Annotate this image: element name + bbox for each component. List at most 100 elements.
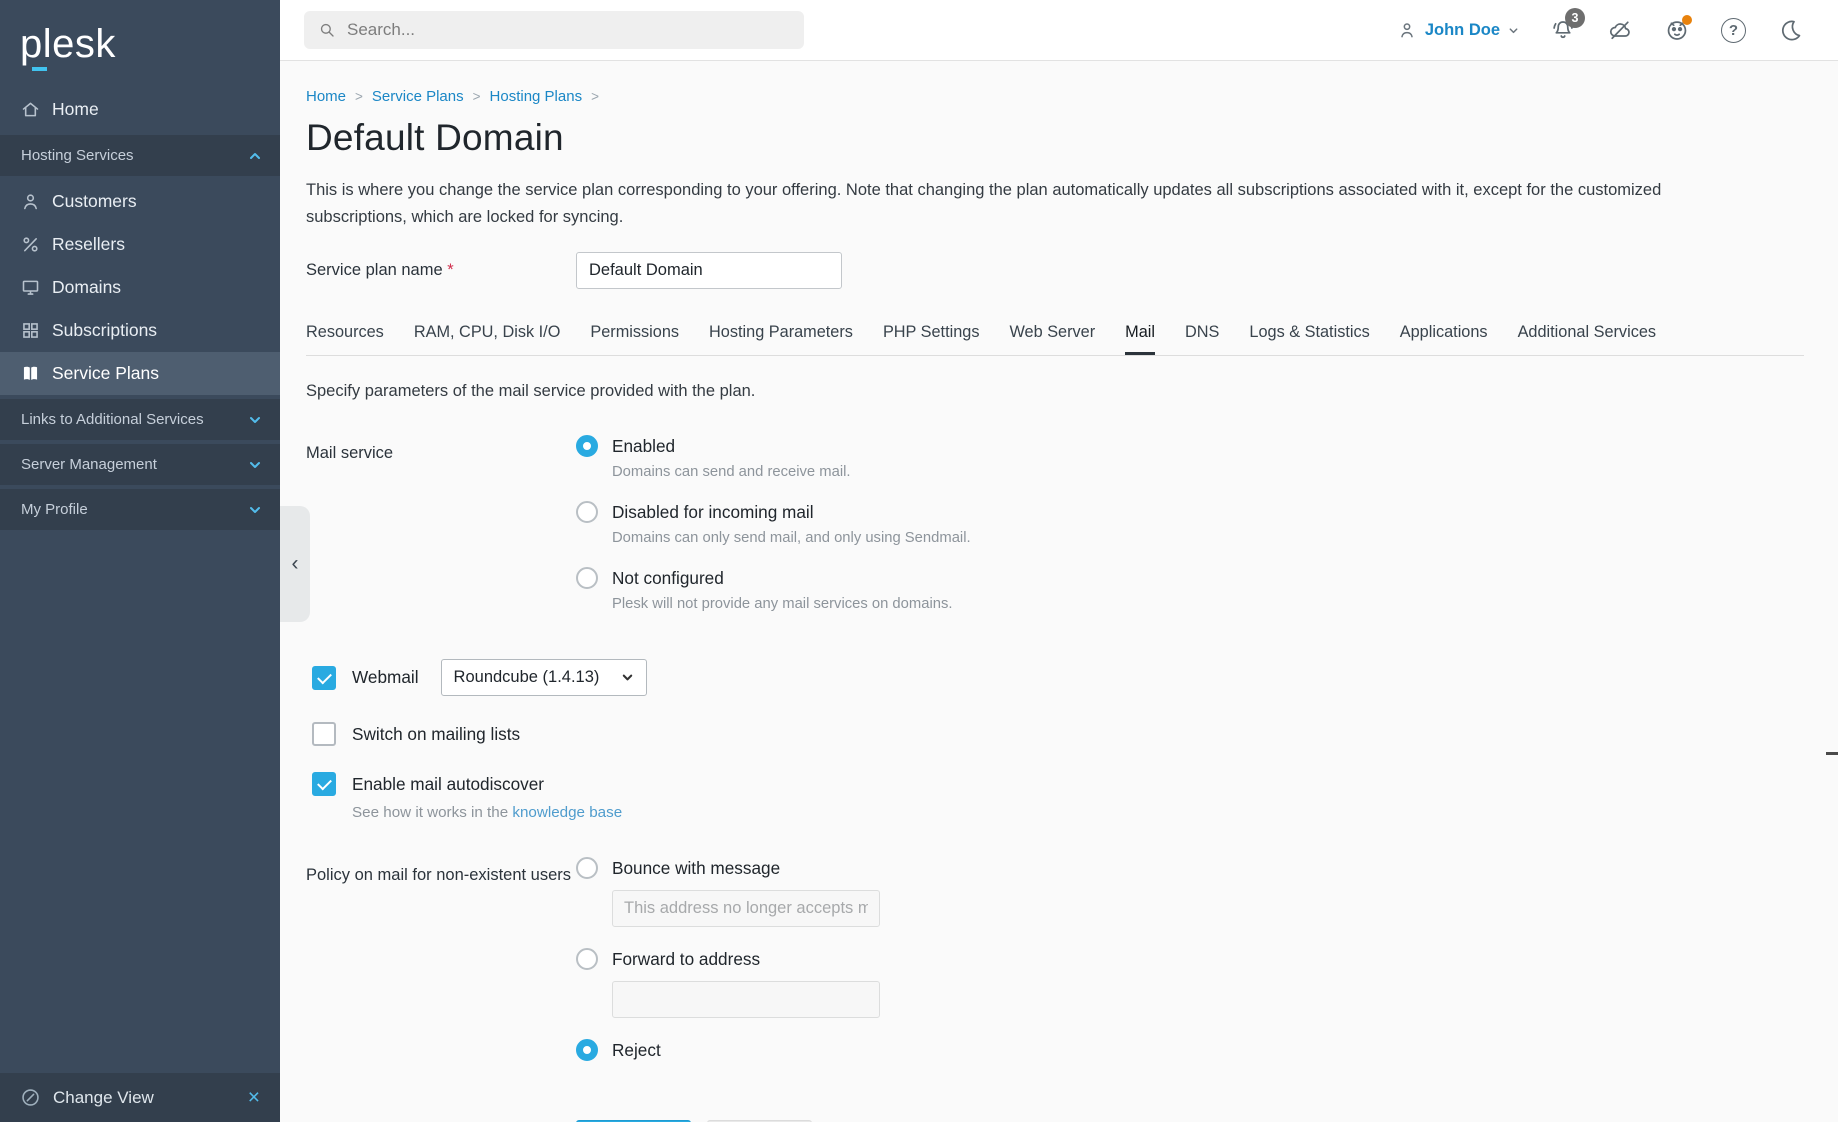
policy-option-forward: Forward to address: [576, 948, 880, 1018]
service-plan-name-input[interactable]: [576, 252, 842, 289]
sidebar-section-links-additional-services[interactable]: Links to Additional Services: [0, 399, 280, 440]
scrollbar-mark[interactable]: [1826, 752, 1838, 755]
change-view-button[interactable]: Change View ×: [0, 1073, 280, 1122]
policy-row: Policy on mail for non-existent users Bo…: [306, 857, 1804, 1082]
radio-not-configured[interactable]: [576, 567, 598, 589]
help-button[interactable]: ?: [1720, 17, 1747, 44]
mail-section-intro: Specify parameters of the mail service p…: [306, 382, 1804, 401]
radio-enabled-label[interactable]: Enabled: [612, 436, 675, 457]
autodiscover-label[interactable]: Enable mail autodiscover: [352, 774, 544, 795]
assistant-button[interactable]: [1663, 17, 1690, 44]
webmail-selected-option: Roundcube (1.4.13): [454, 668, 600, 687]
app-window: plesk Home Hosting Services Customers Re…: [0, 0, 1838, 1122]
customers-icon: [20, 191, 41, 212]
sidebar-item-domains[interactable]: Domains: [0, 266, 280, 309]
radio-reject-label[interactable]: Reject: [612, 1040, 661, 1061]
sidebar-section-server-management[interactable]: Server Management: [0, 444, 280, 485]
required-star: *: [447, 261, 453, 279]
radio-disabled-incoming-label[interactable]: Disabled for incoming mail: [612, 502, 814, 523]
page-intro: This is where you change the service pla…: [306, 177, 1738, 230]
sidebar-item-label: Home: [52, 99, 99, 120]
plesk-logo-text: plesk: [20, 24, 116, 64]
breadcrumb-hosting-plans[interactable]: Hosting Plans: [490, 88, 583, 105]
tab-bar: Resources RAM, CPU, Disk I/O Permissions…: [306, 323, 1804, 356]
radio-enabled[interactable]: [576, 435, 598, 457]
sidebar-section-label: My Profile: [21, 501, 88, 518]
notifications-button[interactable]: 3: [1549, 17, 1576, 44]
sidebar-section-my-profile[interactable]: My Profile: [0, 489, 280, 530]
mail-service-label: Mail service: [306, 435, 576, 464]
autodiscover-checkbox[interactable]: [312, 772, 336, 796]
resellers-icon: [20, 234, 41, 255]
tab-ram-cpu-disk[interactable]: RAM, CPU, Disk I/O: [414, 323, 561, 355]
sidebar-section-label: Server Management: [21, 456, 157, 473]
tab-web-server[interactable]: Web Server: [1009, 323, 1095, 355]
radio-forward-label[interactable]: Forward to address: [612, 949, 760, 970]
radio-bounce-label[interactable]: Bounce with message: [612, 858, 780, 879]
search-icon: [318, 21, 336, 39]
sidebar-section-hosting-services[interactable]: Hosting Services: [0, 135, 280, 176]
radio-forward[interactable]: [576, 948, 598, 970]
dark-mode-toggle[interactable]: [1777, 17, 1804, 44]
radio-bounce[interactable]: [576, 857, 598, 879]
breadcrumb-separator: >: [355, 89, 363, 104]
knowledge-base-link[interactable]: knowledge base: [512, 804, 622, 821]
sidebar-item-home[interactable]: Home: [0, 88, 280, 131]
chevron-down-icon: [248, 458, 262, 472]
plesk-logo[interactable]: plesk: [0, 0, 280, 78]
tab-dns[interactable]: DNS: [1185, 323, 1219, 355]
breadcrumb-separator: >: [591, 89, 599, 104]
alert-dot: [1682, 15, 1692, 25]
webmail-label[interactable]: Webmail: [352, 667, 419, 688]
radio-disabled-incoming[interactable]: [576, 501, 598, 523]
tab-mail[interactable]: Mail: [1125, 323, 1155, 355]
webmail-checkbox[interactable]: [312, 666, 336, 690]
radio-reject[interactable]: [576, 1039, 598, 1061]
cloud-off-icon: [1607, 17, 1633, 43]
policy-option-bounce: Bounce with message: [576, 857, 880, 927]
cloud-sync-button[interactable]: [1606, 17, 1633, 44]
sidebar-item-resellers[interactable]: Resellers: [0, 223, 280, 266]
tab-resources[interactable]: Resources: [306, 323, 384, 355]
sidebar-item-label: Service Plans: [52, 363, 159, 384]
mailing-lists-row: Switch on mailing lists: [306, 722, 1804, 746]
tab-hosting-parameters[interactable]: Hosting Parameters: [709, 323, 853, 355]
sidebar-collapse-handle[interactable]: ‹: [280, 506, 310, 622]
topbar-icons: John Doe 3 ?: [1397, 17, 1804, 44]
radio-not-configured-description: Plesk will not provide any mail services…: [612, 596, 971, 612]
policy-label: Policy on mail for non-existent users: [306, 857, 576, 886]
radio-enabled-description: Domains can send and receive mail.: [612, 464, 971, 480]
breadcrumb-separator: >: [473, 89, 481, 104]
content: Home > Service Plans > Hosting Plans > D…: [280, 61, 1838, 1122]
search-input[interactable]: [347, 20, 790, 40]
radio-not-configured-label[interactable]: Not configured: [612, 568, 724, 589]
user-icon: [1397, 20, 1417, 40]
forward-address-input[interactable]: [612, 981, 880, 1018]
search-box[interactable]: [304, 11, 804, 49]
sidebar-item-service-plans[interactable]: Service Plans: [0, 352, 280, 395]
tab-additional-services[interactable]: Additional Services: [1518, 323, 1656, 355]
webmail-select[interactable]: Roundcube (1.4.13): [441, 659, 647, 696]
user-menu[interactable]: John Doe: [1397, 20, 1519, 40]
subscriptions-icon: [20, 320, 41, 341]
sidebar-item-customers[interactable]: Customers: [0, 180, 280, 223]
tab-permissions[interactable]: Permissions: [590, 323, 679, 355]
breadcrumb-service-plans[interactable]: Service Plans: [372, 88, 464, 105]
mail-option-not-configured: Not configured Plesk will not provide an…: [576, 567, 971, 612]
page-title: Default Domain: [306, 117, 1804, 159]
webmail-row: Webmail Roundcube (1.4.13): [306, 659, 1804, 696]
mail-service-row: Mail service Enabled Domains can send an…: [306, 435, 1804, 633]
notifications-badge: 3: [1565, 8, 1585, 28]
autodiscover-hint: See how it works in the knowledge base: [352, 804, 1804, 821]
mailing-lists-checkbox[interactable]: [312, 722, 336, 746]
tab-logs-statistics[interactable]: Logs & Statistics: [1249, 323, 1369, 355]
mailing-lists-label[interactable]: Switch on mailing lists: [352, 724, 520, 745]
close-icon[interactable]: ×: [248, 1087, 260, 1108]
chevron-down-icon: [1508, 25, 1519, 36]
sidebar-item-subscriptions[interactable]: Subscriptions: [0, 309, 280, 352]
bounce-message-input[interactable]: [612, 890, 880, 927]
tab-applications[interactable]: Applications: [1400, 323, 1488, 355]
breadcrumb-home[interactable]: Home: [306, 88, 346, 105]
tab-php-settings[interactable]: PHP Settings: [883, 323, 980, 355]
mail-option-disabled-incoming: Disabled for incoming mail Domains can o…: [576, 501, 971, 546]
